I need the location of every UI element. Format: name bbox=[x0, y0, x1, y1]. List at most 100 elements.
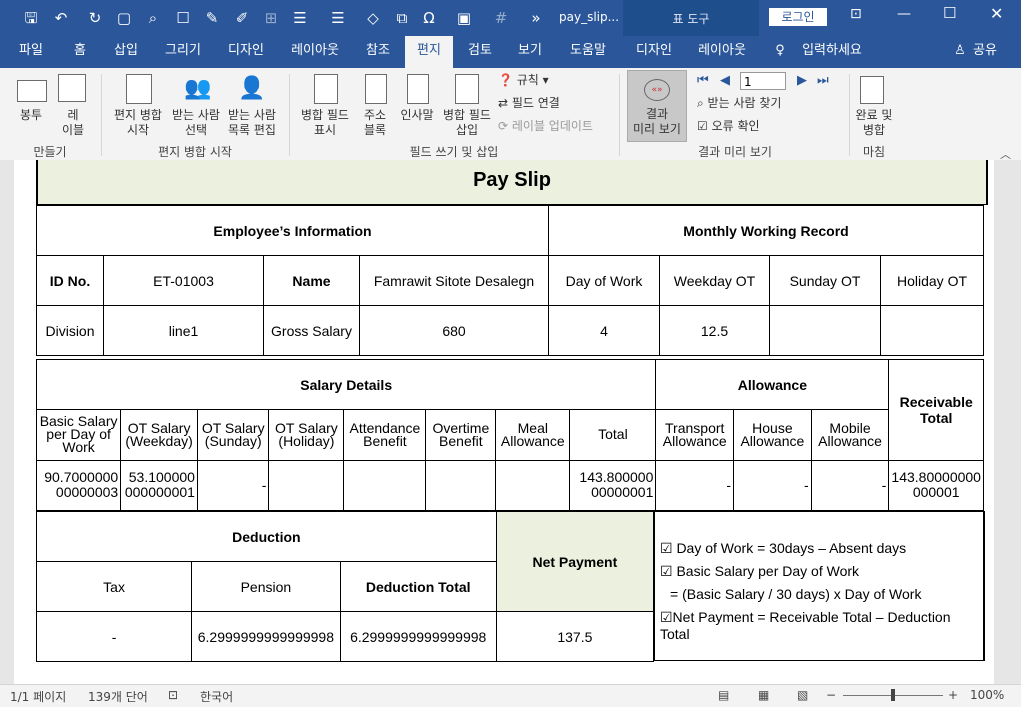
bullets-icon[interactable]: ☰ bbox=[327, 8, 349, 28]
select-recipients-button[interactable]: 받는 사람 선택 bbox=[168, 108, 224, 138]
share-button[interactable]: 공유 bbox=[970, 36, 1000, 68]
first-record-icon[interactable]: ⏮ bbox=[697, 73, 709, 88]
redo-icon[interactable]: ↻ bbox=[84, 8, 106, 28]
tab-references[interactable]: 참조 bbox=[358, 36, 398, 68]
rules-button[interactable]: ❓ 규칙 ▾ bbox=[498, 73, 558, 88]
monthly-record-header: Monthly Working Record bbox=[548, 205, 984, 256]
zoom-slider-thumb[interactable] bbox=[891, 689, 895, 701]
salary-col-header: Overtime Benefit bbox=[425, 409, 497, 461]
zoom-out-icon[interactable]: − bbox=[826, 688, 836, 702]
employee-table: Employee’s Information Monthly Working R… bbox=[36, 205, 984, 356]
name-value: Famrawit Sitote Desalegn bbox=[359, 255, 549, 306]
draw-icon[interactable]: ✎ bbox=[201, 8, 223, 28]
insert-merge-field-button[interactable]: 병합 필드 삽입 bbox=[438, 108, 496, 138]
print-preview-icon[interactable]: ⌕ bbox=[142, 8, 164, 28]
hash-icon[interactable]: # bbox=[490, 8, 512, 28]
table-icon[interactable]: ⊞ bbox=[260, 8, 282, 28]
insert-merge-field-icon bbox=[455, 74, 479, 104]
tell-me-input[interactable]: 입력하세요 bbox=[800, 36, 864, 68]
ribbon-display-icon[interactable]: ⊡ bbox=[850, 6, 862, 22]
salary-col-header: OT Salary (Holiday) bbox=[268, 409, 345, 461]
start-merge-button[interactable]: 편지 병합 시작 bbox=[108, 108, 168, 138]
undo-icon[interactable]: ↶ bbox=[50, 8, 72, 28]
previous-record-icon[interactable]: ◀ bbox=[720, 73, 730, 88]
new-doc-icon[interactable]: ▢ bbox=[113, 8, 135, 28]
tab-file[interactable]: 파일 bbox=[10, 36, 52, 68]
tab-insert[interactable]: 삽입 bbox=[106, 36, 146, 68]
language[interactable]: 한국어 bbox=[200, 688, 233, 705]
last-record-icon[interactable]: ⏭ bbox=[817, 73, 829, 88]
group-start-merge: 편지 병합 시작 bbox=[158, 145, 232, 159]
group-write-insert: 필드 쓰기 및 삽입 bbox=[409, 145, 499, 159]
tab-layout[interactable]: 레이아웃 bbox=[283, 36, 347, 68]
document-area: Pay Slip Employee’s Information Monthly … bbox=[0, 160, 1021, 684]
edit-recipient-list-button[interactable]: 받는 사람 목록 편집 bbox=[224, 108, 280, 138]
match-fields-button[interactable]: ⇄ 필드 연결 bbox=[498, 96, 578, 111]
person-icon: ♙ bbox=[954, 43, 966, 58]
salary-col-header: Meal Allowance bbox=[495, 409, 571, 461]
envelopes-button[interactable]: 봉투 bbox=[8, 108, 54, 123]
word-count[interactable]: 139개 단어 bbox=[88, 688, 148, 705]
tab-draw[interactable]: 그리기 bbox=[157, 36, 209, 68]
status-bar: 1/1 페이지 139개 단어 ⊡ 한국어 ▤ ▦ ▧ − + 100% bbox=[0, 684, 1021, 707]
note-line: ☑ Basic Salary per Day of Work bbox=[660, 563, 860, 579]
preview-results-button[interactable]: «» 결과 미리 보기 bbox=[627, 70, 687, 142]
note-line: ☑Net Payment = Receivable Total – Deduct… bbox=[660, 609, 951, 642]
spelling-icon[interactable]: ☐ bbox=[172, 8, 194, 28]
holiday-ot-value bbox=[880, 305, 984, 356]
salary-value bbox=[268, 459, 345, 512]
web-layout-icon[interactable]: ▧ bbox=[797, 688, 808, 702]
close-icon[interactable]: ✕ bbox=[990, 4, 1003, 23]
symbol-icon[interactable]: Ω bbox=[418, 8, 440, 28]
tab-help[interactable]: 도움말 bbox=[562, 36, 614, 68]
salary-col-header: Basic Salary per Day of Work bbox=[35, 409, 122, 461]
finish-merge-button[interactable]: 완료 및 병합 bbox=[850, 108, 898, 138]
note-line: ☑ Day of Work = 30days – Absent days bbox=[660, 540, 907, 556]
net-payment-header: Net Payment bbox=[495, 511, 655, 612]
tab-home[interactable]: 홈 bbox=[62, 36, 98, 68]
highlight-fields-icon bbox=[314, 74, 338, 104]
insert-icon[interactable]: ▣ bbox=[453, 8, 475, 28]
title-bar: 🖫 ↶ ↻ ▢ ⌕ ☐ ✎ ✐ ⊞ ☰ ☰ ◇ ⧉ Ω ▣ # » pay_sl… bbox=[0, 0, 1021, 36]
sunday-ot-value bbox=[769, 305, 881, 356]
copy-icon[interactable]: ⧉ bbox=[391, 8, 413, 28]
greeting-line-button[interactable]: 인사말 bbox=[396, 108, 438, 123]
tab-design[interactable]: 디자인 bbox=[221, 36, 271, 68]
tab-table-design[interactable]: 디자인 bbox=[629, 36, 679, 68]
page-count[interactable]: 1/1 페이지 bbox=[10, 688, 66, 705]
labels-button[interactable]: 레 이블 bbox=[56, 108, 90, 138]
update-labels-button[interactable]: ⟳ 레이블 업데이트 bbox=[498, 119, 608, 134]
login-button[interactable]: 로그인 bbox=[769, 8, 827, 26]
save-icon[interactable]: 🖫 bbox=[20, 8, 42, 28]
ribbon-tabs: 파일 홈 삽입 그리기 디자인 레이아웃 참조 편지 검토 보기 도움말 디자인… bbox=[0, 36, 1021, 68]
edit-icon[interactable]: ✐ bbox=[231, 8, 253, 28]
find-recipient-button[interactable]: ⌕ 받는 사람 찾기 bbox=[697, 96, 807, 111]
minimize-icon[interactable]: — bbox=[897, 6, 911, 22]
read-mode-icon[interactable]: ▤ bbox=[718, 688, 729, 702]
tab-review[interactable]: 검토 bbox=[460, 36, 500, 68]
zoom-level[interactable]: 100% bbox=[970, 688, 1004, 702]
print-layout-icon[interactable]: ▦ bbox=[758, 688, 769, 702]
allowance-value: - bbox=[655, 459, 735, 512]
check-errors-button[interactable]: ☑ 오류 확인 bbox=[697, 119, 787, 134]
edit-recipient-list-icon: 👤 bbox=[238, 76, 266, 101]
tab-mailings[interactable]: 편지 bbox=[405, 36, 453, 68]
highlight-fields-button[interactable]: 병합 필드 표시 bbox=[296, 108, 354, 138]
numbering-icon[interactable]: ☰ bbox=[289, 8, 311, 28]
proofing-icon[interactable]: ⊡ bbox=[168, 688, 178, 702]
address-block-button[interactable]: 주소 블록 bbox=[356, 108, 394, 138]
tab-view[interactable]: 보기 bbox=[510, 36, 550, 68]
more-icon[interactable]: » bbox=[525, 8, 547, 28]
maximize-icon[interactable]: ☐ bbox=[943, 4, 956, 22]
zoom-in-icon[interactable]: + bbox=[948, 688, 958, 702]
shape-icon[interactable]: ◇ bbox=[362, 8, 384, 28]
vertical-scrollbar[interactable] bbox=[1004, 160, 1021, 684]
holiday-ot-header: Holiday OT bbox=[880, 255, 984, 306]
next-record-icon[interactable]: ▶ bbox=[797, 73, 807, 88]
greeting-line-icon bbox=[407, 74, 429, 104]
envelope-icon bbox=[17, 80, 47, 102]
salary-col-header: OT Salary (Sunday) bbox=[196, 409, 270, 461]
labels-icon bbox=[58, 74, 86, 102]
record-number-input[interactable]: 1 bbox=[740, 72, 786, 90]
tab-table-layout[interactable]: 레이아웃 bbox=[692, 36, 752, 68]
